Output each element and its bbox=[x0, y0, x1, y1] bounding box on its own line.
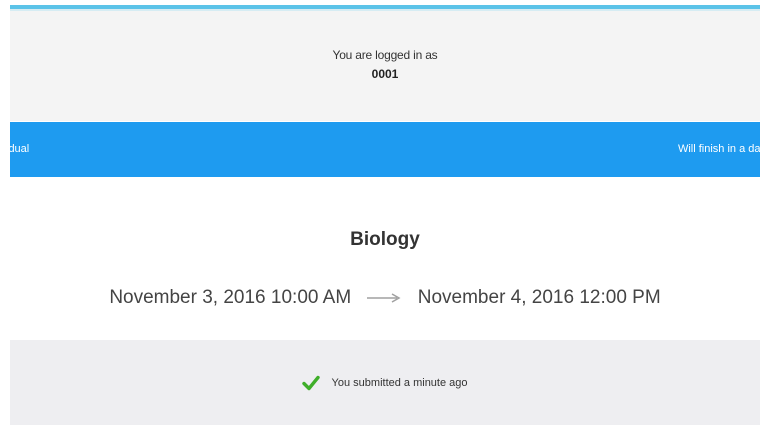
status-left-text: idual bbox=[6, 143, 30, 155]
submission-status: You submitted a minute ago bbox=[10, 375, 760, 391]
login-panel: You are logged in as 0001 bbox=[10, 11, 760, 121]
check-icon bbox=[302, 375, 321, 391]
login-label: You are logged in as bbox=[332, 48, 438, 62]
login-user-id: 0001 bbox=[371, 67, 399, 81]
status-bar: idual Will finish in a day bbox=[6, 122, 760, 177]
arrow-right-icon bbox=[367, 293, 401, 303]
exam-end-time: November 4, 2016 12:00 PM bbox=[417, 287, 661, 308]
exam-start-time: November 3, 2016 10:00 AM bbox=[109, 287, 352, 308]
submission-panel: You submitted a minute ago bbox=[10, 340, 760, 425]
submission-text: You submitted a minute ago bbox=[331, 377, 468, 389]
exam-page: You are logged in as 0001 idual Will fin… bbox=[0, 0, 760, 425]
exam-title: Biology bbox=[350, 229, 420, 250]
status-right-text: Will finish in a day bbox=[677, 143, 760, 155]
exam-schedule: November 3, 2016 10:00 AM November 4, 20… bbox=[10, 287, 760, 309]
